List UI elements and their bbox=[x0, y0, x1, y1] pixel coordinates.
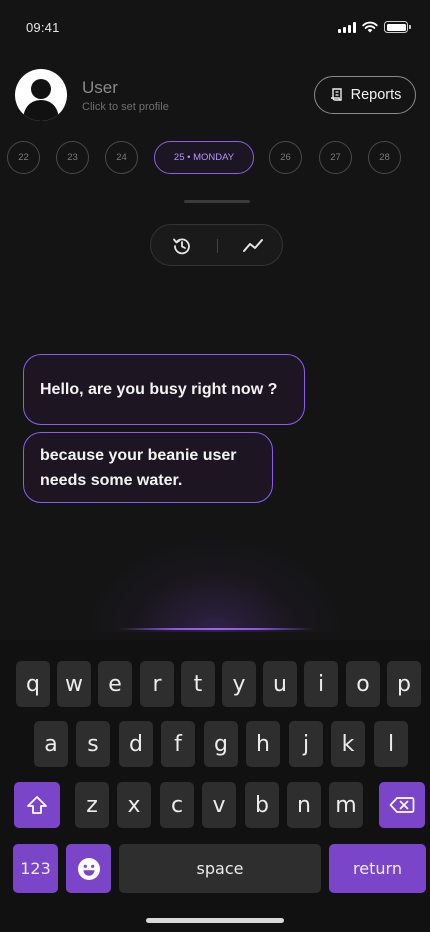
return-key[interactable]: return bbox=[329, 844, 426, 893]
status-bar: 09:41 bbox=[0, 0, 430, 54]
key[interactable]: s bbox=[76, 721, 110, 767]
key[interactable]: t bbox=[181, 661, 215, 707]
key[interactable]: m bbox=[329, 782, 363, 828]
history-button[interactable] bbox=[168, 232, 196, 260]
battery-icon bbox=[384, 21, 411, 33]
wifi-icon bbox=[362, 21, 378, 33]
shift-key[interactable] bbox=[14, 782, 60, 828]
date-label: 26 bbox=[280, 152, 291, 163]
avatar[interactable] bbox=[15, 69, 67, 121]
key[interactable]: n bbox=[287, 782, 321, 828]
key[interactable]: p bbox=[387, 661, 421, 707]
profile-name[interactable]: User bbox=[82, 78, 118, 98]
toggle-divider bbox=[217, 239, 218, 253]
emoji-icon bbox=[77, 857, 100, 880]
delete-key[interactable] bbox=[379, 782, 425, 828]
status-time: 09:41 bbox=[26, 20, 60, 35]
key[interactable]: z bbox=[75, 782, 109, 828]
key[interactable]: w bbox=[57, 661, 91, 707]
date-pill[interactable]: 27 bbox=[319, 141, 352, 174]
date-label: 27 bbox=[330, 152, 341, 163]
key[interactable]: h bbox=[246, 721, 280, 767]
date-label: 23 bbox=[67, 152, 78, 163]
message-bubble: Hello, are you busy right now ? bbox=[23, 354, 305, 425]
date-pill[interactable]: 26 bbox=[269, 141, 302, 174]
home-indicator[interactable] bbox=[146, 918, 284, 923]
emoji-key[interactable] bbox=[66, 844, 111, 893]
reports-label: Reports bbox=[350, 87, 402, 103]
key[interactable]: g bbox=[204, 721, 238, 767]
date-label: 22 bbox=[18, 152, 29, 163]
date-pill[interactable]: 22 bbox=[7, 141, 40, 174]
key[interactable]: i bbox=[304, 661, 338, 707]
trend-line-icon bbox=[243, 239, 263, 252]
date-label: 25 • MONDAY bbox=[173, 152, 235, 163]
key[interactable]: b bbox=[245, 782, 279, 828]
cellular-signal-icon bbox=[338, 21, 356, 33]
key[interactable]: d bbox=[119, 721, 153, 767]
date-pill[interactable]: 28 bbox=[368, 141, 401, 174]
date-label: 24 bbox=[116, 152, 127, 163]
profile-subtitle[interactable]: Click to set profile bbox=[82, 101, 169, 113]
space-key[interactable]: space bbox=[119, 844, 321, 893]
key[interactable]: j bbox=[289, 721, 323, 767]
history-icon bbox=[173, 238, 190, 255]
key[interactable]: c bbox=[160, 782, 194, 828]
report-document-icon bbox=[330, 88, 342, 101]
key[interactable]: o bbox=[346, 661, 380, 707]
date-label: 28 bbox=[379, 152, 390, 163]
date-pill[interactable]: 23 bbox=[56, 141, 89, 174]
message-bubble: because your beanie user needs some wate… bbox=[23, 432, 273, 503]
date-pill-active[interactable]: 25 • MONDAY bbox=[154, 141, 254, 174]
key[interactable]: l bbox=[374, 721, 408, 767]
date-pill[interactable]: 24 bbox=[105, 141, 138, 174]
key[interactable]: f bbox=[161, 721, 195, 767]
key[interactable]: v bbox=[202, 782, 236, 828]
user-silhouette-icon bbox=[23, 79, 59, 121]
view-toggle bbox=[150, 224, 283, 266]
backspace-icon bbox=[389, 797, 415, 813]
reports-button[interactable]: Reports bbox=[314, 76, 416, 114]
voice-glow bbox=[90, 540, 340, 632]
voice-glow-line bbox=[118, 628, 314, 630]
key[interactable]: k bbox=[331, 721, 365, 767]
shift-icon bbox=[27, 796, 47, 814]
key[interactable]: u bbox=[263, 661, 297, 707]
key[interactable]: e bbox=[98, 661, 132, 707]
key[interactable]: r bbox=[140, 661, 174, 707]
message-text: because your beanie user needs some wate… bbox=[40, 446, 237, 489]
message-text: Hello, are you busy right now ? bbox=[40, 381, 278, 398]
status-icons bbox=[338, 21, 411, 33]
numbers-key[interactable]: 123 bbox=[13, 844, 58, 893]
key[interactable]: y bbox=[222, 661, 256, 707]
key[interactable]: q bbox=[16, 661, 50, 707]
key[interactable]: a bbox=[34, 721, 68, 767]
trend-button[interactable] bbox=[239, 232, 267, 260]
key[interactable]: x bbox=[117, 782, 151, 828]
drag-handle[interactable] bbox=[184, 200, 250, 203]
